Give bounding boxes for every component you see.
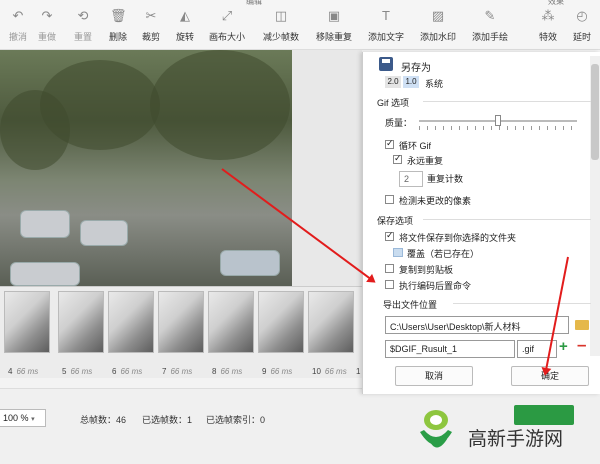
folder-icon[interactable] [575,320,589,330]
selected-frames: 已选帧数：1 [142,415,193,425]
frame-thumbnail[interactable] [308,291,354,353]
toolbar-group-effects-label: 效果 [548,0,564,6]
reset-icon: ⟲ [77,8,89,23]
forever-repeat-label: 永远重复 [407,156,444,166]
encoder-option-2[interactable]: 2.0 [385,76,401,88]
save-options-heading: 保存选项 [377,216,414,226]
frame-strip[interactable]: 4 66 ms 5 66 ms 6 66 ms 7 66 ms 8 66 ms 9 66 m… [0,286,362,378]
gif-options-heading: Gif 选项 [377,98,410,108]
scrollbar-thumb[interactable] [591,64,599,160]
frame-label: 1 [356,367,361,376]
loop-gif-label: 循环 Gif [399,141,432,151]
frame-thumbnail[interactable] [258,291,304,353]
export-button[interactable] [514,405,574,425]
export-location-heading: 导出文件位置 [383,300,438,310]
toolbar-group-edit-label: 编辑 [246,0,262,6]
watermark-icon: ▨ [431,8,445,23]
frame-label: 6 66 ms [112,367,143,376]
toolbar: 编辑 效果 ↶ 撤消 ↷ 重做 ⟲ 重置 🗑 删除 ✂ 裁剪 ◭ 旋转 ⤢ 画布大小 ◫ 减少帧… [0,0,600,50]
remove-duplicate-button[interactable]: ▣ 移除重复 [308,8,360,43]
undo-icon: ↶ [12,8,24,23]
copy-clipboard-label: 复制到剪贴板 [399,265,454,275]
detect-unchanged-label: 检测未更改的像素 [399,196,472,206]
repeat-count-label: 重复计数 [427,174,464,184]
quality-slider-knob[interactable] [495,115,501,126]
frame-thumbnail[interactable] [158,291,204,353]
frame-preview-image [0,50,292,286]
save-to-folder-label: 将文件保存到你选择的文件夹 [399,233,517,243]
save-to-folder-checkbox[interactable] [385,230,394,241]
watermark-logo [420,410,452,448]
frame-label: 8 66 ms [212,367,243,376]
selected-frame-index: 已选帧索引：0 [206,415,266,425]
panel-header: 另存为 [363,52,600,76]
run-command-label: 执行编码后置命令 [399,281,472,291]
resize-icon: ⤢ [221,8,233,23]
quality-slider[interactable] [419,115,577,126]
cancel-button[interactable]: 取消 [395,366,473,386]
chevron-down-icon[interactable]: ▾ [31,416,35,423]
frame-thumbnail[interactable] [4,291,50,353]
delay-button[interactable]: ◴ 延时 [562,8,600,43]
add-icon[interactable]: + [559,338,568,355]
pencil-icon: ✎ [484,8,496,23]
forever-repeat-checkbox[interactable] [393,153,402,164]
timer-icon: ◴ [576,8,588,23]
repeat-count-input[interactable]: 2 [399,171,423,187]
save-as-panel: 另存为 2.0 1.0 系统 Gif 选项 质量： 循环 Gif 永远重复 2 … [362,52,600,394]
watermark-text: 高新手游网 [468,429,564,450]
frame-thumbnail[interactable] [108,291,154,353]
filename-input[interactable]: $DGIF_Rusult_1 [385,340,515,358]
canvas-size-button[interactable]: ⤢ 画布大小 [201,8,253,43]
trash-icon: 🗑 [110,8,127,23]
frame-thumbnail[interactable] [208,291,254,353]
reset-button[interactable]: ⟲ 重置 [64,8,102,43]
save-icon [379,57,393,71]
remove-icon[interactable]: – [577,335,586,355]
copy-clipboard-checkbox[interactable] [385,264,394,273]
frame-label: 10 66 ms [312,367,347,376]
overwrite-label: 覆盖（若已存在） [407,249,480,259]
crop-button[interactable]: ✂ 裁剪 [132,8,170,43]
panel-title: 另存为 [401,63,431,74]
frame-label: 5 66 ms [62,367,93,376]
overwrite-checkbox[interactable] [393,248,403,257]
frame-label: 7 66 ms [162,367,193,376]
remove-duplicate-icon: ▣ [327,8,341,23]
loop-gif-checkbox[interactable] [385,138,394,149]
add-drawing-button[interactable]: ✎ 添加手绘 [464,8,516,43]
encoder-system[interactable]: 系统 [425,77,443,90]
effects-icon: ⁂ [541,8,555,23]
frame-label: 4 66 ms [8,367,39,376]
run-command-checkbox[interactable] [385,280,394,289]
canvas-area[interactable] [0,50,362,286]
zoom-input[interactable]: 100 % ▾ [0,409,46,427]
text-icon: T [382,8,390,23]
total-frames: 总帧数：46 [80,415,127,425]
add-text-button[interactable]: T 添加文字 [360,8,412,43]
rotate-button[interactable]: ◭ 旋转 [166,8,204,43]
reduce-frames-button[interactable]: ◫ 减少帧数 [255,8,307,43]
detect-unchanged-checkbox[interactable] [385,195,394,204]
redo-button[interactable]: ↷ 重做 [28,8,66,43]
frame-label: 9 66 ms [262,367,293,376]
frame-thumbnail[interactable] [58,291,104,353]
scrollbar[interactable] [590,56,600,356]
frames-icon: ◫ [274,8,288,23]
redo-icon: ↷ [41,8,53,23]
encoder-option-1[interactable]: 1.0 [403,76,419,88]
quality-label: 质量： [385,118,413,128]
add-watermark-button[interactable]: ▨ 添加水印 [412,8,464,43]
scissors-icon: ✂ [145,8,157,23]
export-path-input[interactable]: C:\Users\User\Desktop\新人材料 [385,316,569,334]
rotate-icon: ◭ [180,8,190,23]
